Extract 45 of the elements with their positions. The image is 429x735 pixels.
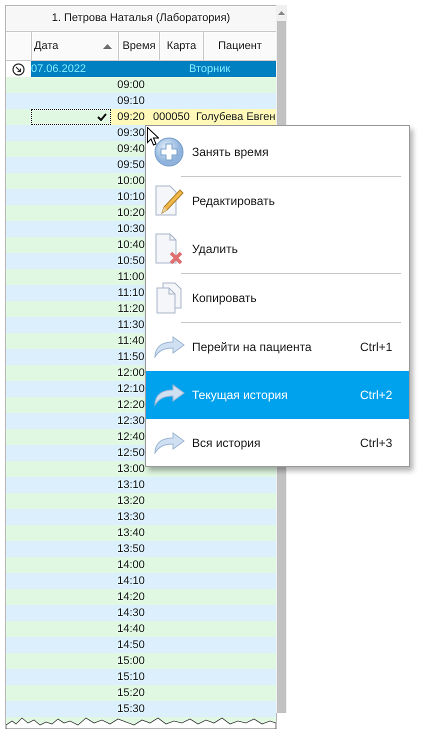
time-cell: 12:50 — [117, 447, 145, 459]
patient-name-cell: Голубева Евген — [196, 111, 276, 123]
time-cell: 15:00 — [117, 655, 145, 667]
time-cell: 15:30 — [117, 703, 145, 715]
time-cell: 09:10 — [117, 95, 145, 107]
time-cell: 09:30 — [117, 127, 145, 139]
card-number-cell: 000050 — [153, 111, 190, 123]
grid-title: 1. Петрова Наталья (Лаборатория) — [6, 6, 276, 32]
time-cell: 11:40 — [118, 335, 144, 347]
time-cell: 10:30 — [117, 223, 145, 235]
time-cell: 09:20 — [117, 111, 145, 123]
time-cell: 13:00 — [117, 463, 145, 475]
time-cell: 14:00 — [117, 559, 145, 571]
group-weekday: Вторник — [189, 63, 230, 75]
time-cell: 13:20 — [117, 495, 145, 507]
time-cell: 15:20 — [117, 687, 145, 699]
time-cell: 11:30 — [118, 319, 144, 331]
time-cell: 14:40 — [117, 623, 145, 635]
time-cell: 13:50 — [117, 543, 145, 555]
time-cell: 09:00 — [117, 79, 145, 91]
time-cell: 13:30 — [117, 511, 145, 523]
time-cell: 14:20 — [117, 591, 145, 603]
time-cell: 09:40 — [117, 143, 145, 155]
time-cell: 12:30 — [117, 415, 145, 427]
time-cell: 11:00 — [118, 271, 144, 283]
time-cell: 09:50 — [117, 159, 145, 171]
time-cell: 13:40 — [117, 527, 145, 539]
time-cell: 12:20 — [117, 399, 145, 411]
time-cell: 15:10 — [117, 671, 145, 683]
time-cell: 12:10 — [117, 383, 145, 395]
time-cell: 11:50 — [118, 351, 144, 363]
time-cell: 12:00 — [117, 367, 145, 379]
time-cell: 10:20 — [117, 207, 145, 219]
time-cell: 10:00 — [117, 175, 145, 187]
time-cell: 13:10 — [117, 479, 145, 491]
time-cell: 10:40 — [117, 239, 145, 251]
group-date: 07.06.2022 — [31, 63, 88, 75]
time-cell: 14:30 — [117, 607, 145, 619]
time-cell: 14:10 — [117, 575, 145, 587]
time-cell: 11:10 — [118, 287, 144, 299]
time-cell: 14:50 — [117, 639, 145, 651]
time-cell: 10:50 — [117, 255, 145, 267]
time-cell: 11:20 — [118, 303, 144, 315]
time-cell: 12:40 — [117, 431, 145, 443]
time-cell: 10:10 — [117, 191, 145, 203]
